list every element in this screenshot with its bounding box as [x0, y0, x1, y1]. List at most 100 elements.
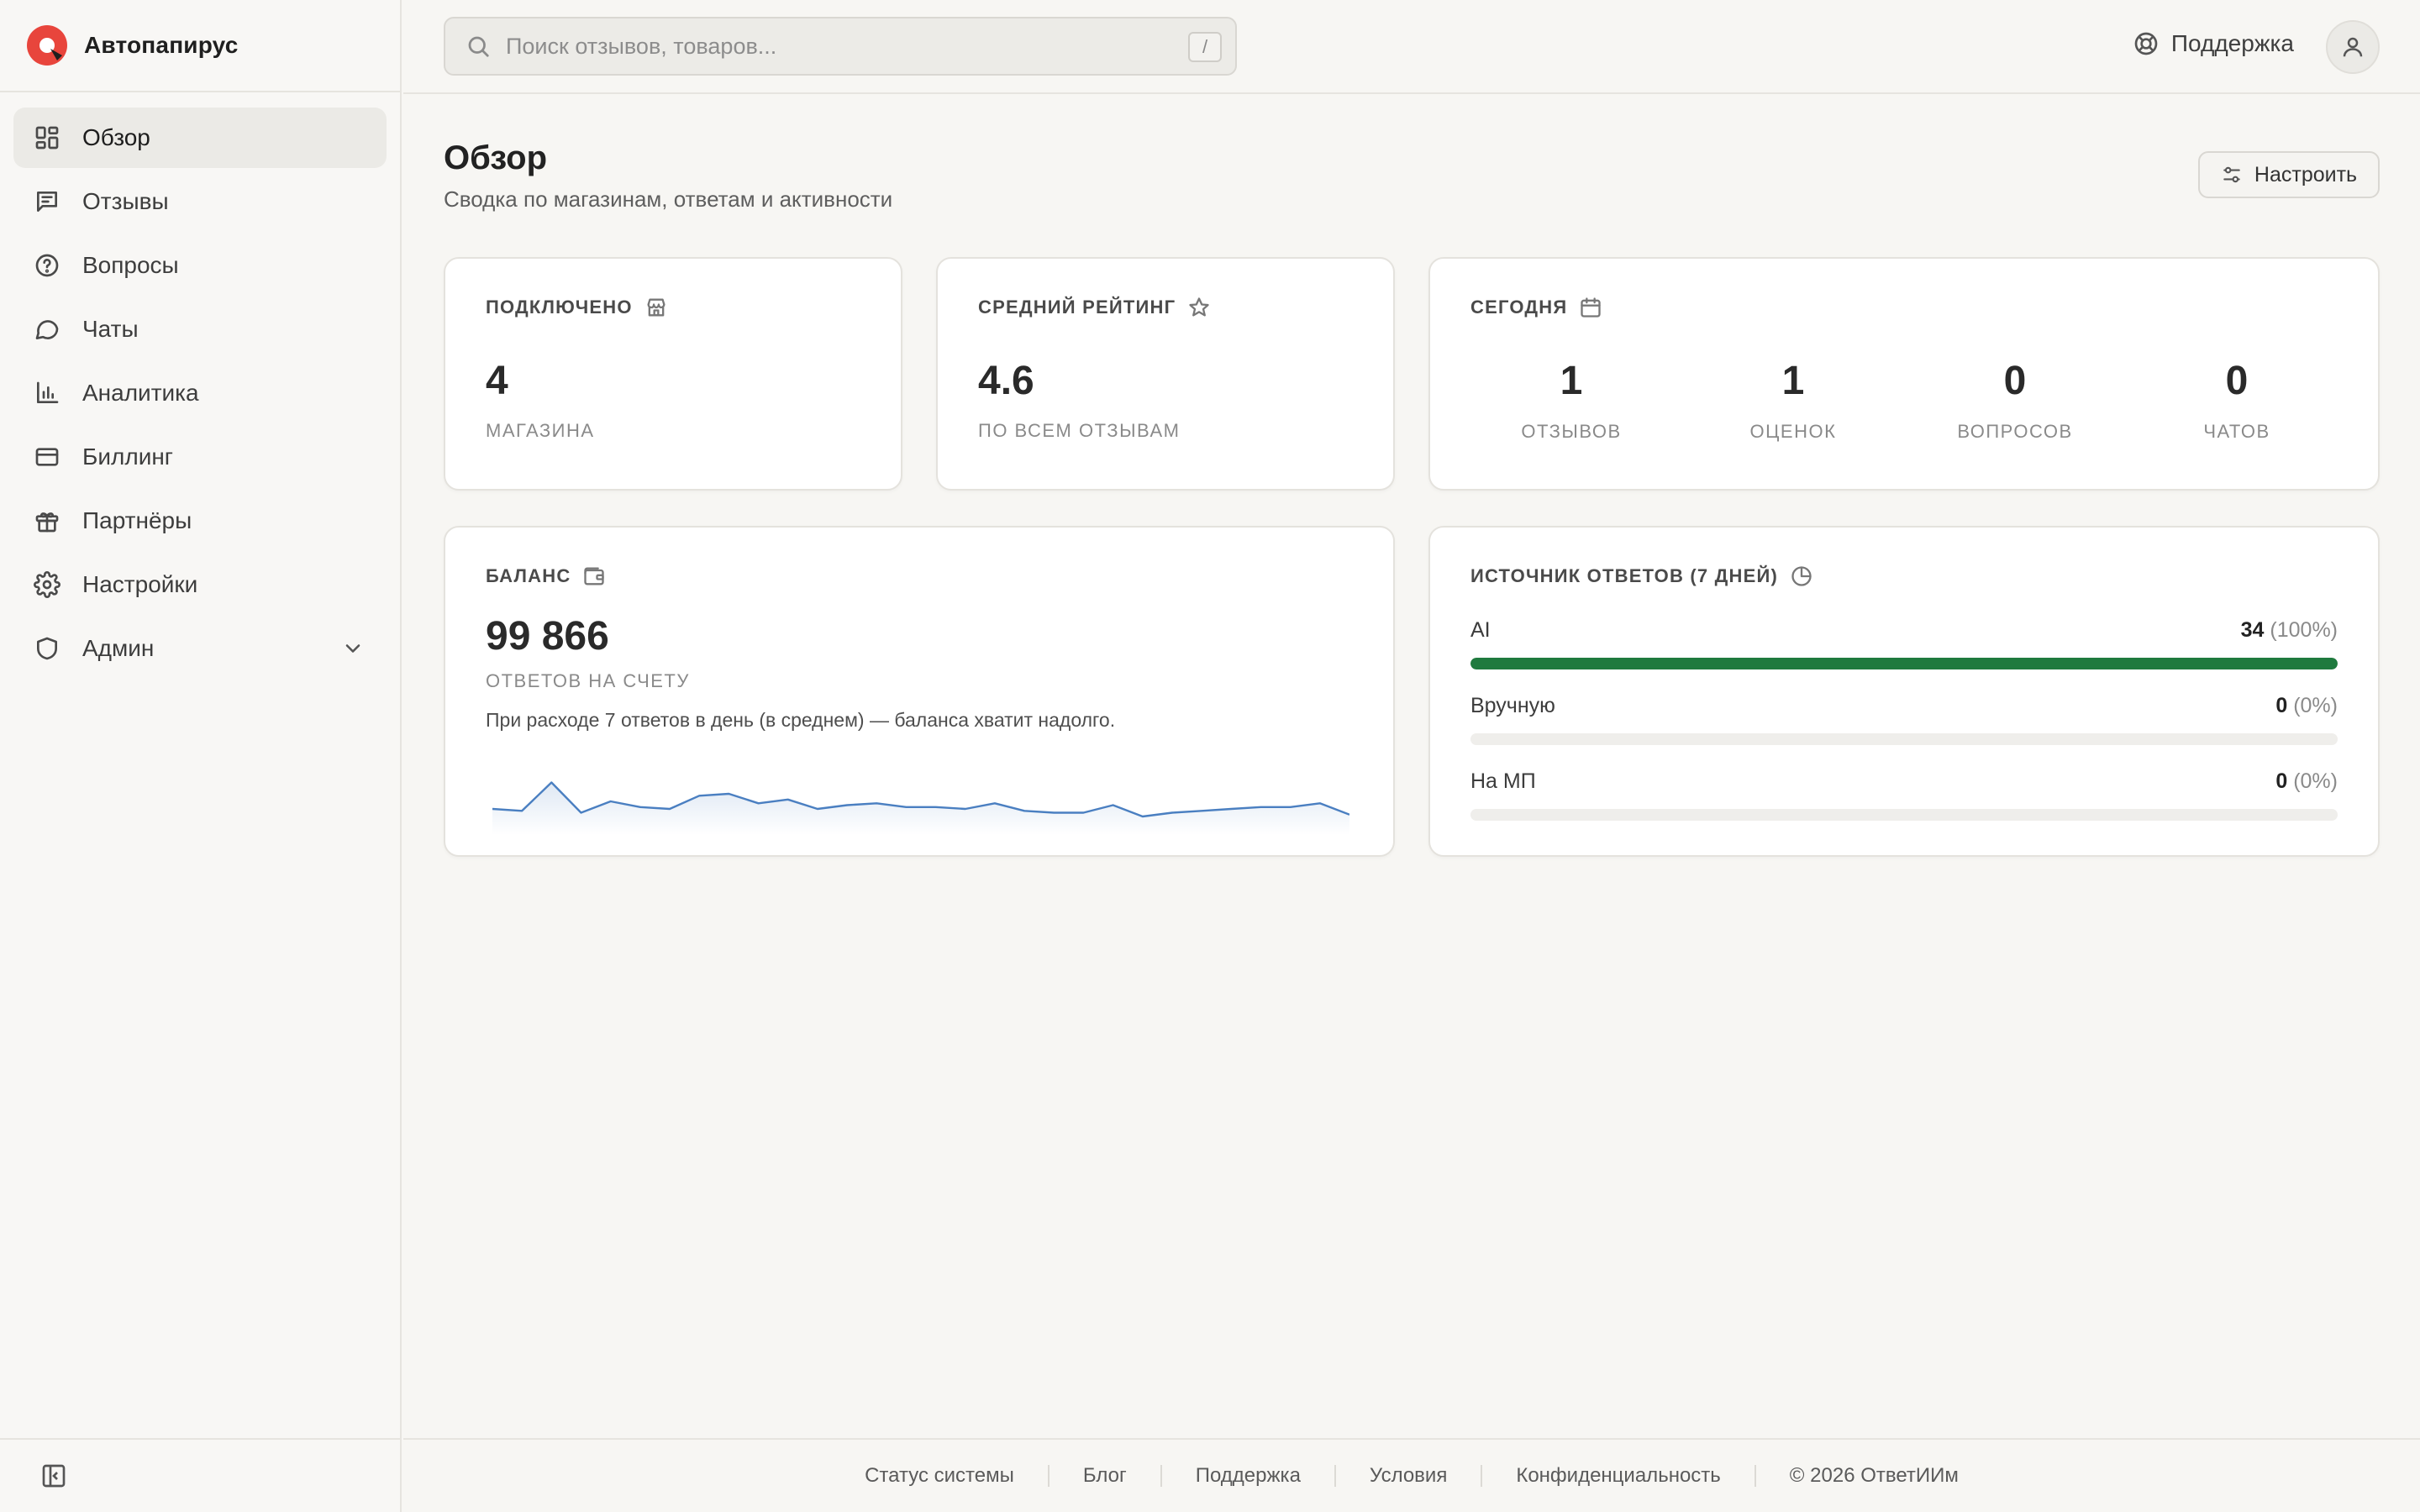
sidebar-item-label: Отзывы — [82, 188, 169, 214]
sidebar-collapse-icon[interactable] — [40, 1462, 67, 1489]
sources-card: Источник ответов (7 дней) AI 34 (100%) В… — [1428, 526, 2380, 857]
footer-link-terms[interactable]: Условия — [1370, 1464, 1447, 1488]
rating-caption: по всем отзывам — [978, 420, 1181, 441]
user-icon — [2343, 37, 2363, 57]
source-count: 34 — [2240, 618, 2265, 642]
sidebar-item-overview[interactable]: Обзор — [13, 108, 387, 168]
connected-caption: магазина — [486, 420, 595, 441]
sidebar-item-chats[interactable]: Чаты — [13, 299, 387, 360]
page-subtitle: Сводка по магазинам, ответам и активност… — [444, 186, 893, 212]
sidebar-item-label: Настройки — [82, 571, 198, 597]
sidebar-collapse — [0, 1438, 400, 1512]
reviews-icon — [34, 188, 60, 215]
footer-divider — [1481, 1465, 1483, 1487]
sidebar-item-reviews[interactable]: Отзывы — [13, 171, 387, 232]
footer-link-support[interactable]: Поддержка — [1196, 1464, 1301, 1488]
avatar[interactable] — [2326, 20, 2380, 74]
card-title: Подключено — [486, 297, 633, 318]
search-icon — [468, 36, 489, 57]
chevron-down-icon[interactable] — [341, 637, 365, 660]
connected-value: 4 — [486, 359, 508, 403]
chat-icon — [34, 316, 60, 343]
question-icon — [34, 252, 60, 279]
sidebar-item-label: Вопросы — [82, 252, 179, 278]
dashboard-icon — [34, 124, 60, 151]
source-bar-fill — [1470, 658, 2338, 669]
today-stat-questions: 0 вопросов — [1923, 358, 2107, 443]
support-label: Поддержка — [2170, 30, 2294, 56]
source-label: На МП — [1470, 769, 1536, 793]
today-stat-ratings: 1 оценок — [1701, 358, 1886, 443]
brand-name: Автопапирус — [84, 32, 239, 58]
sidebar-item-analytics[interactable]: Аналитика — [13, 363, 387, 423]
bar-chart-icon — [34, 380, 60, 407]
source-percent: (0%) — [2293, 769, 2338, 793]
store-icon — [647, 298, 666, 317]
sidebar-item-billing[interactable]: Биллинг — [13, 427, 387, 487]
sidebar-item-settings[interactable]: Настройки — [13, 554, 387, 615]
balance-caption: ответов на счету — [486, 670, 690, 691]
connected-card: Подключено 4 магазина — [444, 257, 902, 491]
source-row-marketplace: На МП 0 (0%) — [1470, 769, 2338, 821]
search-shortcut-badge: / — [1188, 32, 1222, 62]
card-title: Источник ответов (7 дней) — [1470, 565, 1779, 586]
footer-copyright: © 2026 ОтветИИм — [1789, 1464, 1959, 1487]
brand[interactable]: Автопапирус — [0, 0, 400, 92]
today-stat-value: 1 — [1781, 359, 1805, 403]
source-bar — [1470, 733, 2338, 745]
today-stat-reviews: 1 отзывов — [1479, 358, 1664, 443]
support-link[interactable]: Поддержка — [2133, 30, 2294, 57]
source-label: Вручную — [1470, 694, 1555, 717]
top-header: Поиск отзывов, товаров... / Поддержка — [403, 0, 2420, 94]
customize-button[interactable]: Настроить — [2198, 151, 2380, 198]
credit-card-icon — [34, 444, 60, 470]
gift-icon — [34, 507, 60, 534]
sidebar-item-admin[interactable]: Админ — [13, 618, 387, 679]
footer-divider — [1334, 1465, 1336, 1487]
today-stat-label: отзывов — [1521, 421, 1622, 442]
wallet-icon — [584, 567, 605, 585]
today-stat-value: 0 — [2003, 359, 2027, 403]
source-percent: (0%) — [2293, 694, 2338, 717]
card-title: Средний рейтинг — [978, 297, 1176, 318]
source-bar — [1470, 658, 2338, 669]
source-percent: (100%) — [2270, 618, 2338, 642]
rating-card: Средний рейтинг 4.6 по всем отзывам — [936, 257, 1395, 491]
footer-divider — [1160, 1465, 1162, 1487]
footer-link-privacy[interactable]: Конфиденциальность — [1516, 1464, 1720, 1488]
card-title: Сегодня — [1470, 297, 1568, 318]
source-bar — [1470, 809, 2338, 821]
page-title: Обзор — [444, 139, 548, 176]
calendar-icon — [1581, 297, 1602, 318]
balance-note: При расходе 7 ответов в день (в среднем)… — [486, 709, 1116, 731]
sidebar-nav: Обзор Отзывы Вопросы Чаты Аналитика Билл… — [0, 92, 400, 697]
balance-card: Баланс 99 866 ответов на счету При расхо… — [444, 526, 1395, 857]
source-row-manual: Вручную 0 (0%) — [1470, 694, 2338, 745]
sidebar: Автопапирус Обзор Отзывы Вопросы Чаты Ан… — [0, 0, 402, 1512]
footer-link-blog[interactable]: Блог — [1083, 1464, 1127, 1488]
sidebar-item-label: Биллинг — [82, 444, 174, 470]
footer-divider — [1047, 1465, 1050, 1487]
sidebar-item-questions[interactable]: Вопросы — [13, 235, 387, 296]
lifebuoy-icon — [2134, 32, 2158, 55]
brand-logo-icon — [27, 25, 67, 66]
card-title: Баланс — [486, 565, 571, 586]
sidebar-item-label: Партнёры — [82, 507, 192, 533]
sidebar-item-label: Обзор — [82, 124, 150, 150]
today-stat-label: вопросов — [1957, 421, 2073, 442]
source-label: AI — [1470, 618, 1491, 642]
source-count: 0 — [2275, 769, 2288, 793]
sidebar-item-partners[interactable]: Партнёры — [13, 491, 387, 551]
balance-value: 99 866 — [486, 614, 609, 659]
today-stat-value: 1 — [1560, 359, 1583, 403]
search-input[interactable]: Поиск отзывов, товаров... / — [444, 17, 1237, 76]
today-stat-chats: 0 чатов — [2144, 358, 2329, 443]
today-stat-value: 0 — [2225, 359, 2249, 403]
balance-sparkline — [492, 781, 1349, 835]
footer-link-status[interactable]: Статус системы — [865, 1464, 1014, 1488]
sidebar-item-label: Админ — [82, 635, 155, 661]
sliders-icon — [2223, 166, 2240, 183]
customize-label: Настроить — [2254, 162, 2358, 186]
source-count: 0 — [2275, 694, 2288, 717]
star-icon — [1189, 297, 1209, 317]
